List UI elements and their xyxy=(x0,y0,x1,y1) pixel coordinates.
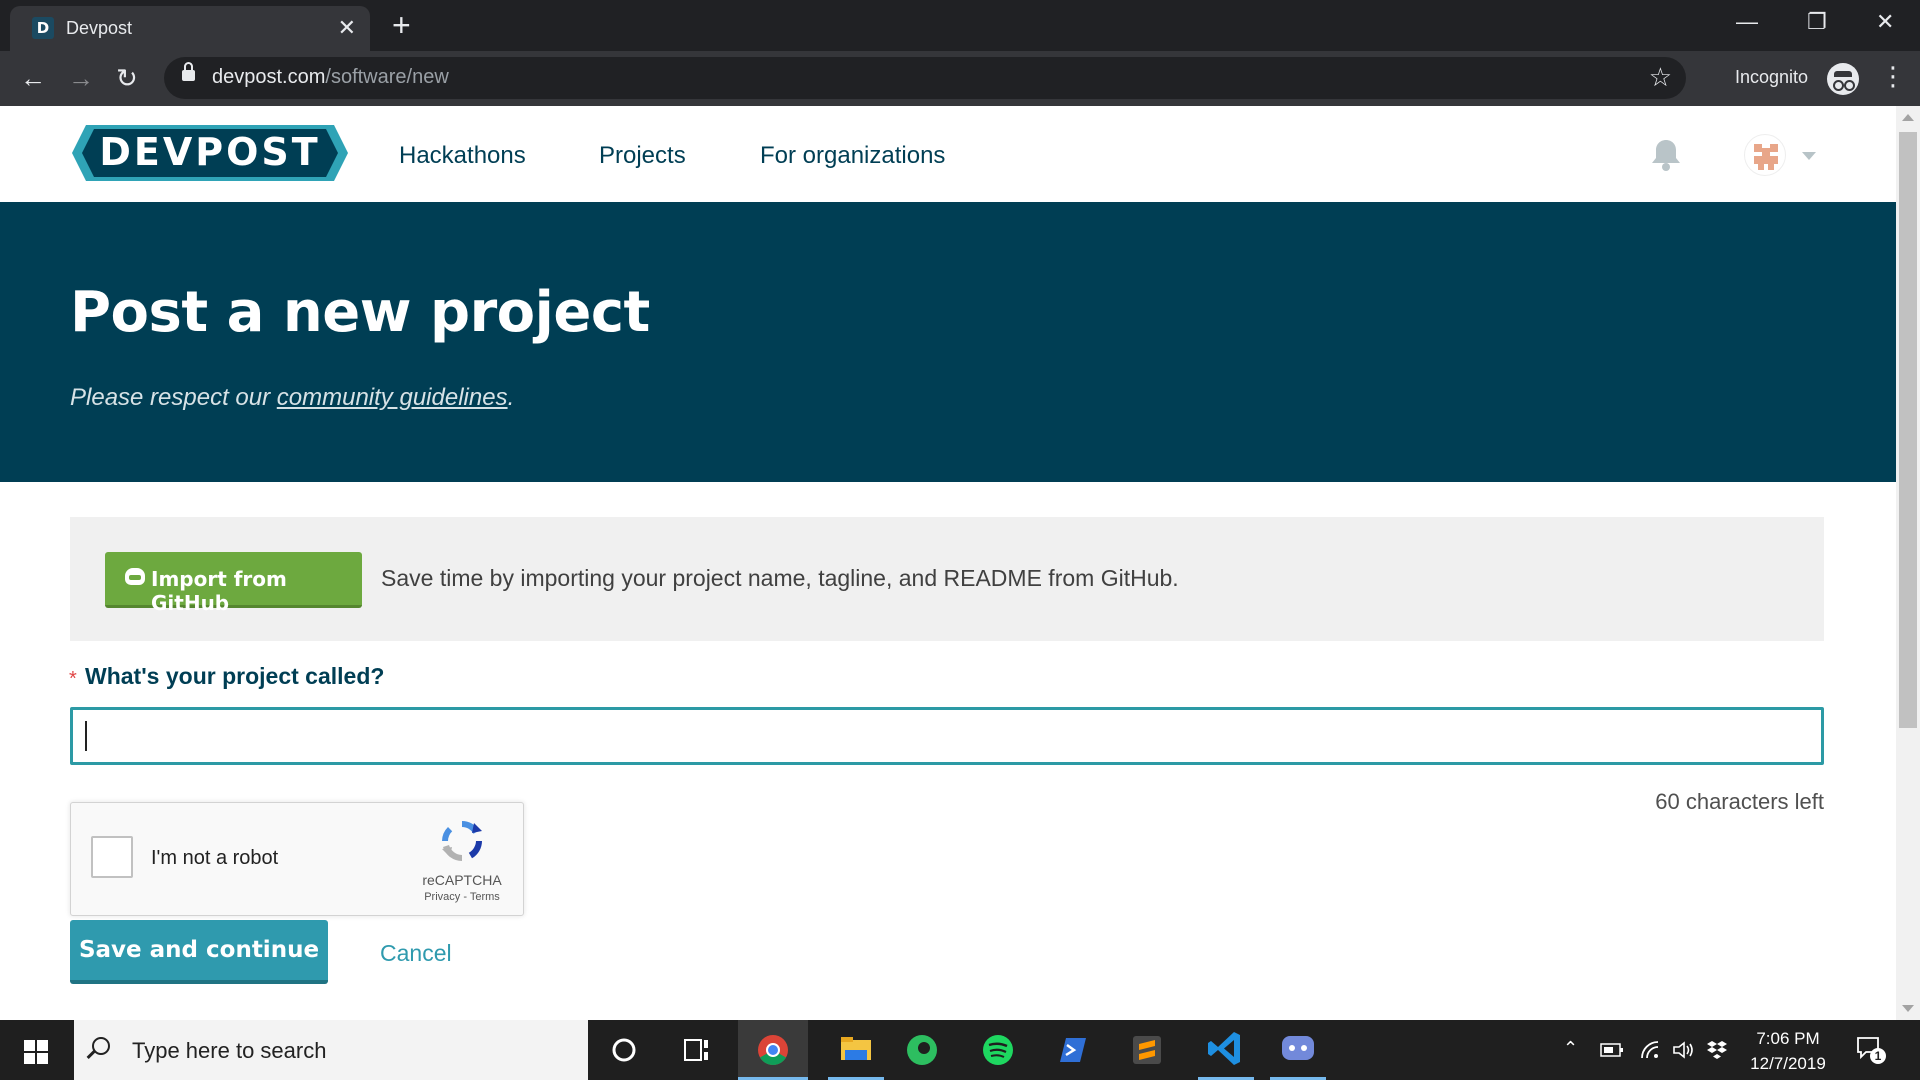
restore-window-icon[interactable]: ❐ xyxy=(1807,8,1827,36)
task-view-icon[interactable] xyxy=(674,1030,718,1070)
browser-tab[interactable]: D Devpost ✕ xyxy=(10,6,370,51)
page-content: DEVPOST Hackathons Projects For organiza… xyxy=(0,106,1896,1020)
logo-text: DEVPOST xyxy=(99,130,320,174)
wifi-icon[interactable] xyxy=(1640,1040,1662,1060)
project-name-label: What's your project called? xyxy=(85,663,385,689)
recaptcha-links: Privacy - Terms xyxy=(405,891,519,903)
clock-date: 12/7/2019 xyxy=(1750,1054,1826,1073)
reload-icon[interactable]: ↻ xyxy=(116,63,138,93)
identicon-icon xyxy=(1754,144,1778,170)
cancel-link[interactable]: Cancel xyxy=(380,940,452,967)
recaptcha-brand: reCAPTCHA xyxy=(422,872,502,888)
notifications-bell-icon[interactable] xyxy=(1650,138,1682,172)
minimize-window-icon[interactable]: — xyxy=(1736,8,1758,36)
page-scrollbar[interactable] xyxy=(1896,106,1920,1020)
save-and-continue-button[interactable]: Save and continue xyxy=(70,920,328,984)
user-avatar[interactable] xyxy=(1744,134,1786,176)
scroll-up-arrow-icon[interactable] xyxy=(1902,114,1914,121)
bookmark-star-icon[interactable]: ☆ xyxy=(1649,62,1672,93)
scrollbar-thumb[interactable] xyxy=(1899,132,1917,728)
forward-arrow-icon[interactable]: → xyxy=(68,63,94,93)
hero-subtitle-prefix: Please respect our xyxy=(70,384,277,411)
nav-projects[interactable]: Projects xyxy=(599,142,686,170)
address-bar[interactable]: devpost.com/software/new ☆ xyxy=(164,57,1686,99)
lock-icon xyxy=(182,62,195,81)
chrome-icon[interactable] xyxy=(738,1020,808,1080)
devpost-logo[interactable]: DEVPOST xyxy=(72,125,348,181)
new-tab-icon[interactable]: + xyxy=(392,8,411,42)
text-cursor xyxy=(85,721,87,751)
incognito-icon[interactable] xyxy=(1827,63,1859,95)
sublime-text-icon[interactable] xyxy=(1125,1030,1169,1070)
recaptcha-checkbox[interactable] xyxy=(91,836,133,878)
recaptcha-terms-link[interactable]: Terms xyxy=(470,891,500,903)
windows-start-icon[interactable] xyxy=(24,1040,48,1064)
taskbar-search-box[interactable]: Type here to search xyxy=(74,1020,588,1080)
close-window-icon[interactable]: ✕ xyxy=(1876,8,1894,36)
page-hero: Post a new project Please respect our co… xyxy=(0,202,1896,482)
spotify-icon[interactable] xyxy=(976,1030,1020,1070)
volume-icon[interactable] xyxy=(1672,1040,1696,1060)
action-center-icon[interactable]: 1 xyxy=(1856,1036,1886,1064)
taskbar-search-placeholder: Type here to search xyxy=(132,1038,327,1063)
powershell-icon[interactable] xyxy=(1050,1030,1094,1070)
browser-tab-strip: D Devpost ✕ + — ❐ ✕ xyxy=(0,0,1920,51)
battery-icon[interactable] xyxy=(1600,1042,1624,1058)
recaptcha-link-separator: - xyxy=(460,891,470,903)
github-octocat-icon xyxy=(125,568,145,585)
system-clock[interactable]: 7:06 PM 12/7/2019 xyxy=(1740,1026,1836,1076)
devpost-favicon-icon: D xyxy=(32,17,54,39)
browser-menu-icon[interactable]: ⋮ xyxy=(1880,61,1906,91)
back-arrow-icon[interactable]: ← xyxy=(20,63,46,93)
vscode-icon[interactable] xyxy=(1198,1020,1254,1080)
tab-title: Devpost xyxy=(66,18,133,38)
incognito-label: Incognito xyxy=(1735,67,1809,87)
recaptcha-widget: I'm not a robot reCAPTCHA Privacy - Term… xyxy=(70,802,524,916)
close-tab-icon[interactable]: ✕ xyxy=(338,14,356,42)
project-name-input[interactable] xyxy=(70,707,1824,765)
folder-icon xyxy=(841,1037,871,1060)
scroll-down-arrow-icon[interactable] xyxy=(1902,1005,1914,1012)
recaptcha-label: I'm not a robot xyxy=(151,847,279,869)
recaptcha-privacy-link[interactable]: Privacy xyxy=(424,891,460,903)
github-import-panel: Import from GitHub Save time by importin… xyxy=(70,517,1824,641)
account-dropdown-caret-icon[interactable] xyxy=(1802,152,1816,160)
discord-icon[interactable] xyxy=(1270,1020,1326,1080)
cortana-icon[interactable] xyxy=(602,1030,646,1070)
clock-time: 7:06 PM xyxy=(1756,1029,1820,1048)
hero-subtitle: Please respect our community guidelines. xyxy=(70,384,514,412)
dropbox-icon[interactable] xyxy=(1706,1039,1728,1061)
windows-taskbar: Type here to search ⌃ 7:06 PM 12/7/2019 … xyxy=(0,1020,1920,1080)
url-path: /software/new xyxy=(325,66,449,88)
show-hidden-icons-chevron-icon[interactable]: ⌃ xyxy=(1563,1038,1578,1059)
required-asterisk: * xyxy=(69,668,77,690)
url-host: devpost.com xyxy=(212,66,326,88)
evernote-icon[interactable] xyxy=(900,1030,944,1070)
nav-for-organizations[interactable]: For organizations xyxy=(760,142,945,170)
hero-subtitle-suffix: . xyxy=(507,384,515,411)
browser-toolbar: ← → ↻ devpost.com/software/new ☆ Incogni… xyxy=(0,51,1920,106)
recaptcha-logo-icon xyxy=(442,821,482,861)
vscode-logo-icon xyxy=(1208,1032,1240,1065)
file-explorer-icon[interactable] xyxy=(828,1020,884,1080)
chrome-logo-icon xyxy=(758,1035,788,1066)
notification-count-badge: 1 xyxy=(1870,1048,1886,1064)
site-header: DEVPOST Hackathons Projects For organiza… xyxy=(0,106,1896,202)
search-icon xyxy=(92,1037,110,1055)
nav-hackathons[interactable]: Hackathons xyxy=(399,142,526,170)
import-description: Save time by importing your project name… xyxy=(381,565,1179,591)
url-text[interactable]: devpost.com/software/new xyxy=(212,66,449,89)
community-guidelines-link[interactable]: community guidelines xyxy=(277,384,508,411)
characters-left-counter: 60 characters left xyxy=(1655,789,1824,814)
discord-logo-icon xyxy=(1282,1036,1314,1060)
import-button-label: Import from GitHub xyxy=(151,567,287,615)
page-title: Post a new project xyxy=(70,280,650,345)
import-from-github-button[interactable]: Import from GitHub xyxy=(105,552,362,615)
